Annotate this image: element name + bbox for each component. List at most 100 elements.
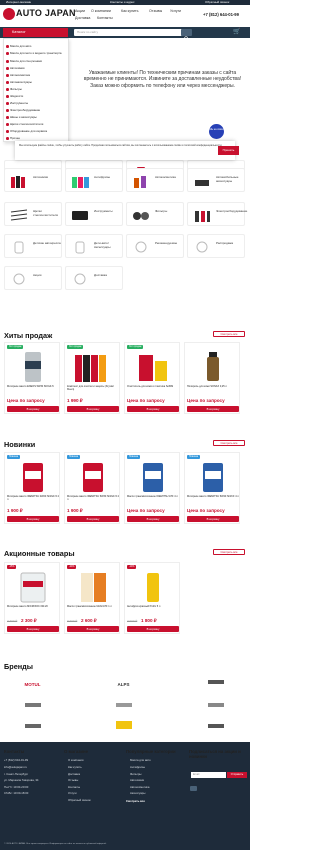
- brand-name[interactable]: AUTO JAPAN: [16, 8, 76, 18]
- footer-link[interactable]: Обратный звонок: [68, 798, 91, 802]
- category-tile[interactable]: Инструменты: [65, 202, 123, 226]
- chat-button[interactable]: Мы на связи: [209, 124, 224, 139]
- add-to-cart-button[interactable]: В корзину: [187, 516, 239, 522]
- add-to-cart-button[interactable]: В корзину: [7, 516, 59, 522]
- add-to-cart-button[interactable]: В корзину: [127, 516, 179, 522]
- footer-link[interactable]: Отзывы: [68, 778, 78, 782]
- add-to-cart-button[interactable]: В корзину: [127, 406, 179, 412]
- category-tile[interactable]: Доставка: [65, 266, 123, 290]
- category-tile[interactable]: Электрооборудование: [187, 202, 247, 226]
- search-input[interactable]: Поиск по сайту: [74, 29, 182, 36]
- category-tile[interactable]: Автокосметика: [126, 168, 184, 192]
- subscribe-email-input[interactable]: Email: [191, 772, 226, 778]
- news-all-button[interactable]: Смотреть все: [213, 440, 245, 446]
- telegram-icon[interactable]: [190, 786, 197, 791]
- category-tile[interactable]: Детские автокресла: [4, 234, 62, 258]
- product-card[interactable]: Хит продаж Очиститель для кожи и пластик…: [124, 342, 180, 414]
- category-tile[interactable]: Автомобильные аксессуары: [187, 168, 245, 192]
- footer-link[interactable]: Контакты: [68, 785, 80, 789]
- category-tile[interactable]: Антифризы: [65, 168, 123, 192]
- product-card[interactable]: -15% Моторное масло MICRONIC 0W-20 2 700…: [4, 562, 60, 634]
- dropdown-item[interactable]: Жидкости: [10, 94, 23, 98]
- category-tile[interactable]: Распродажа: [187, 234, 245, 258]
- brand-logo[interactable]: [187, 674, 244, 696]
- add-to-cart-button[interactable]: В корзину: [67, 406, 119, 412]
- dropdown-item[interactable]: Прочее: [10, 136, 20, 140]
- brand-logo[interactable]: MOTUL: [4, 674, 61, 696]
- header-phone[interactable]: +7 (812) 644-01-99: [203, 12, 239, 17]
- menu-item-about[interactable]: О компании: [91, 9, 111, 13]
- footer-link[interactable]: Автохимия: [130, 778, 144, 782]
- product-name[interactable]: Масло трансмиссионное IDEMITSU ATF 4 л: [127, 495, 179, 506]
- footer-contact-item[interactable]: +7 (812) 644-01-99: [4, 758, 28, 762]
- product-name[interactable]: Моторное масло MICRONIC 0W-20: [7, 605, 59, 616]
- add-to-cart-button[interactable]: В корзину: [127, 626, 179, 632]
- product-card[interactable]: Новинка Моторное масло IDEMITSU 0W20 SN/…: [4, 452, 60, 524]
- add-to-cart-button[interactable]: В корзину: [7, 406, 59, 412]
- add-to-cart-button[interactable]: В корзину: [7, 626, 59, 632]
- menu-item-delivery[interactable]: Доставка: [75, 16, 90, 20]
- add-to-cart-button[interactable]: В корзину: [67, 516, 119, 522]
- dropdown-item[interactable]: Шины и аксессуары: [10, 115, 37, 119]
- dropdown-item[interactable]: Фильтры: [10, 87, 22, 91]
- category-tile[interactable]: Щетки стеклоочистителя: [4, 202, 62, 226]
- footer-popular-all[interactable]: Смотреть все: [126, 799, 145, 803]
- product-name[interactable]: Моторное масло IDEMITSU 5W30 SN/GF-5 4 л: [67, 495, 119, 506]
- dropdown-item[interactable]: Щетки стеклоочистителя: [10, 122, 43, 126]
- brand-logo[interactable]: [95, 718, 152, 740]
- dropdown-item[interactable]: Масла для авто: [10, 44, 31, 48]
- product-name[interactable]: Моторное масло ENEOS 5W30 SN/GF-5: [7, 385, 59, 396]
- footer-contact-item[interactable]: info@autojapan.ru: [4, 765, 27, 769]
- dropdown-item[interactable]: Электрооборудование: [10, 108, 40, 112]
- product-name[interactable]: Моторное масло IDEMITSU 5W40 SN/CF 4 л: [187, 495, 239, 506]
- product-card[interactable]: Новинка Моторное масло IDEMITSU 5W30 SN/…: [64, 452, 120, 524]
- brand-logo[interactable]: [4, 718, 61, 740]
- category-tile[interactable]: Фильтры: [126, 202, 184, 226]
- product-card[interactable]: -20% Масло трансмиссионное Mobil ATF 1 л…: [64, 562, 120, 634]
- footer-link[interactable]: Автокосметика: [130, 785, 149, 789]
- category-tile[interactable]: Автохимия: [4, 168, 62, 192]
- product-name[interactable]: Комплект для очистки и защиты (Krystal K…: [67, 385, 119, 396]
- menu-item-services[interactable]: Услуги: [170, 9, 181, 13]
- menu-item-reviews[interactable]: Отзывы: [149, 9, 162, 13]
- cart-icon[interactable]: 🛒: [233, 29, 243, 36]
- product-card[interactable]: -10% Антифриз красный Profix 5 л 2 000 ₽…: [124, 562, 180, 634]
- category-tile[interactable]: Рекомендуемое: [126, 234, 184, 258]
- cookie-accept-button[interactable]: Принять: [218, 146, 239, 155]
- product-name[interactable]: Моторное масло IDEMITSU 0W20 SN/GF-5 4 л: [7, 495, 59, 506]
- footer-link[interactable]: Как купить: [68, 765, 82, 769]
- dropdown-item[interactable]: Масла для спецтехники: [10, 59, 42, 63]
- product-name[interactable]: Масло трансмиссионное Mobil ATF 1 л: [67, 605, 119, 616]
- product-card[interactable]: Хит продаж Моторное масло ENEOS 5W30 SN/…: [4, 342, 60, 414]
- brand-logo[interactable]: [187, 718, 244, 740]
- product-name[interactable]: Очиститель для кожи и пластика Soft99: [127, 385, 179, 396]
- dropdown-item[interactable]: Инструменты: [10, 101, 28, 105]
- footer-link[interactable]: Аксессуары: [130, 791, 145, 795]
- add-to-cart-button[interactable]: В корзину: [187, 406, 239, 412]
- menu-item-promo[interactable]: Акции: [75, 9, 85, 13]
- hits-all-button[interactable]: Смотреть все: [213, 331, 245, 337]
- footer-link[interactable]: Доставка: [68, 772, 80, 776]
- dropdown-item[interactable]: Масла для мото и водного транспорта: [10, 51, 62, 55]
- footer-link[interactable]: Услуги: [68, 791, 77, 795]
- product-card[interactable]: Полироль для кожи SONAX 0,25 л Цена по з…: [184, 342, 240, 414]
- dropdown-item[interactable]: Автоаксессуары: [10, 80, 32, 84]
- footer-link[interactable]: Антифризы: [130, 765, 145, 769]
- catalog-button[interactable]: Каталог: [3, 28, 68, 37]
- product-name[interactable]: Полироль для кожи SONAX 0,25 л: [187, 385, 239, 396]
- add-to-cart-button[interactable]: В корзину: [67, 626, 119, 632]
- category-tile[interactable]: Дети-авто/ Аксессуары: [65, 234, 123, 258]
- brand-logo[interactable]: [95, 697, 152, 719]
- product-name[interactable]: Антифриз красный Profix 5 л: [127, 605, 179, 616]
- logo-icon[interactable]: [3, 8, 15, 20]
- search-button[interactable]: [181, 29, 192, 41]
- dropdown-item[interactable]: Оборудование для сервиса: [10, 129, 47, 133]
- footer-link[interactable]: Масла для авто: [130, 758, 151, 762]
- dropdown-item[interactable]: Автохимия: [10, 66, 25, 70]
- product-card[interactable]: Новинка Масло трансмиссионное IDEMITSU A…: [124, 452, 180, 524]
- category-tile[interactable]: Акции: [4, 266, 62, 290]
- footer-link[interactable]: Фильтры: [130, 772, 141, 776]
- menu-item-howto[interactable]: Как купить: [121, 9, 139, 13]
- promo-all-button[interactable]: Смотреть все: [213, 549, 245, 555]
- product-card[interactable]: Хит продаж Комплект для очистки и защиты…: [64, 342, 120, 414]
